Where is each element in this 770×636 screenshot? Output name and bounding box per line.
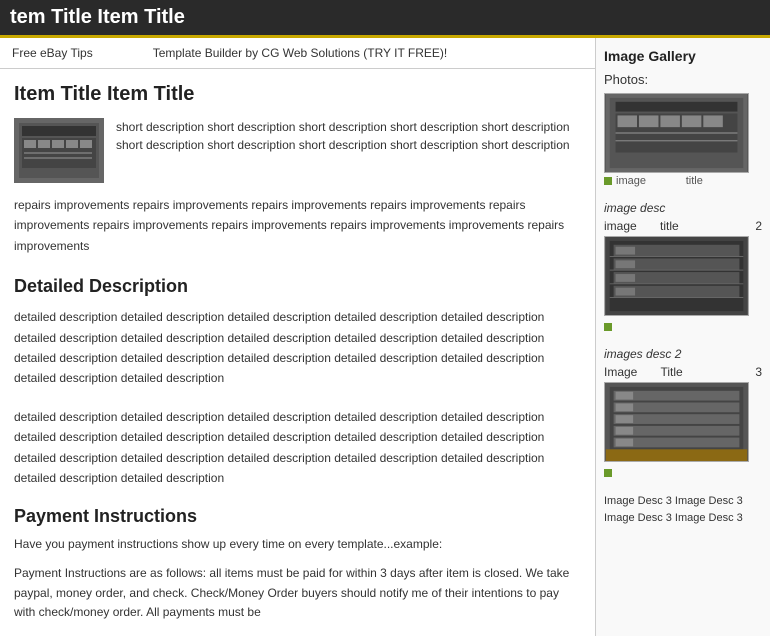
item-desc-section: short description short description shor… bbox=[14, 118, 581, 183]
gallery-item-2-num: 2 bbox=[755, 219, 762, 233]
gallery-dot-2 bbox=[604, 323, 612, 331]
gallery-item-1: image title bbox=[604, 93, 762, 187]
gallery-title: Image Gallery bbox=[604, 48, 762, 64]
gallery-image-2[interactable] bbox=[604, 236, 749, 316]
gallery-item-3-desc: images desc 2 bbox=[604, 347, 762, 361]
gallery-item-2: image desc image title 2 bbox=[604, 201, 762, 333]
gallery-last-desc: Image Desc 3 Image Desc 3 Image Desc 3 I… bbox=[604, 493, 762, 526]
top-bar: Free eBay Tips Template Builder by CG We… bbox=[0, 38, 595, 69]
detail-block-1: detailed description detailed descriptio… bbox=[14, 307, 581, 389]
ebay-tips-label: Free eBay Tips bbox=[12, 46, 93, 60]
payment-details: Payment Instructions are as follows: all… bbox=[14, 564, 581, 622]
title-bar: tem Title Item Title bbox=[0, 0, 770, 38]
detail-block-2: detailed description detailed descriptio… bbox=[14, 407, 581, 489]
photos-label: Photos: bbox=[604, 72, 762, 87]
gallery-item-3-num: 3 bbox=[755, 365, 762, 379]
item-image-thumb bbox=[14, 118, 104, 183]
payment-title: Payment Instructions bbox=[14, 506, 581, 527]
gallery-dot-1 bbox=[604, 177, 612, 185]
content-col: Free eBay Tips Template Builder by CG We… bbox=[0, 38, 595, 636]
main-content: Item Title Item Title bbox=[0, 69, 595, 636]
gallery-item-3: images desc 2 Image Title 3 bbox=[604, 347, 762, 479]
main-wrapper: Free eBay Tips Template Builder by CG We… bbox=[0, 38, 770, 636]
gallery-item-2-label: image title bbox=[604, 219, 679, 233]
payment-intro: Have you payment instructions show up ev… bbox=[14, 535, 581, 554]
gallery-image-3[interactable] bbox=[604, 382, 749, 462]
gallery-dot-3 bbox=[604, 469, 612, 477]
title-bar-text: tem Title Item Title bbox=[10, 6, 185, 28]
sidebar: Image Gallery Photos: bbox=[595, 38, 770, 636]
item-title-main: Item Title Item Title bbox=[14, 83, 581, 106]
gallery-image-1[interactable] bbox=[604, 93, 749, 173]
gallery-item-3-label: Image Title bbox=[604, 365, 683, 379]
gallery-item-1-label: image title bbox=[616, 175, 703, 187]
repairs-text: repairs improvements repairs improvement… bbox=[14, 195, 581, 256]
template-builder-label: Template Builder by CG Web Solutions (TR… bbox=[153, 46, 448, 60]
gallery-item-2-desc: image desc bbox=[604, 201, 762, 215]
short-desc-text: short description short description shor… bbox=[116, 118, 581, 183]
detailed-description-title: Detailed Description bbox=[14, 276, 581, 297]
